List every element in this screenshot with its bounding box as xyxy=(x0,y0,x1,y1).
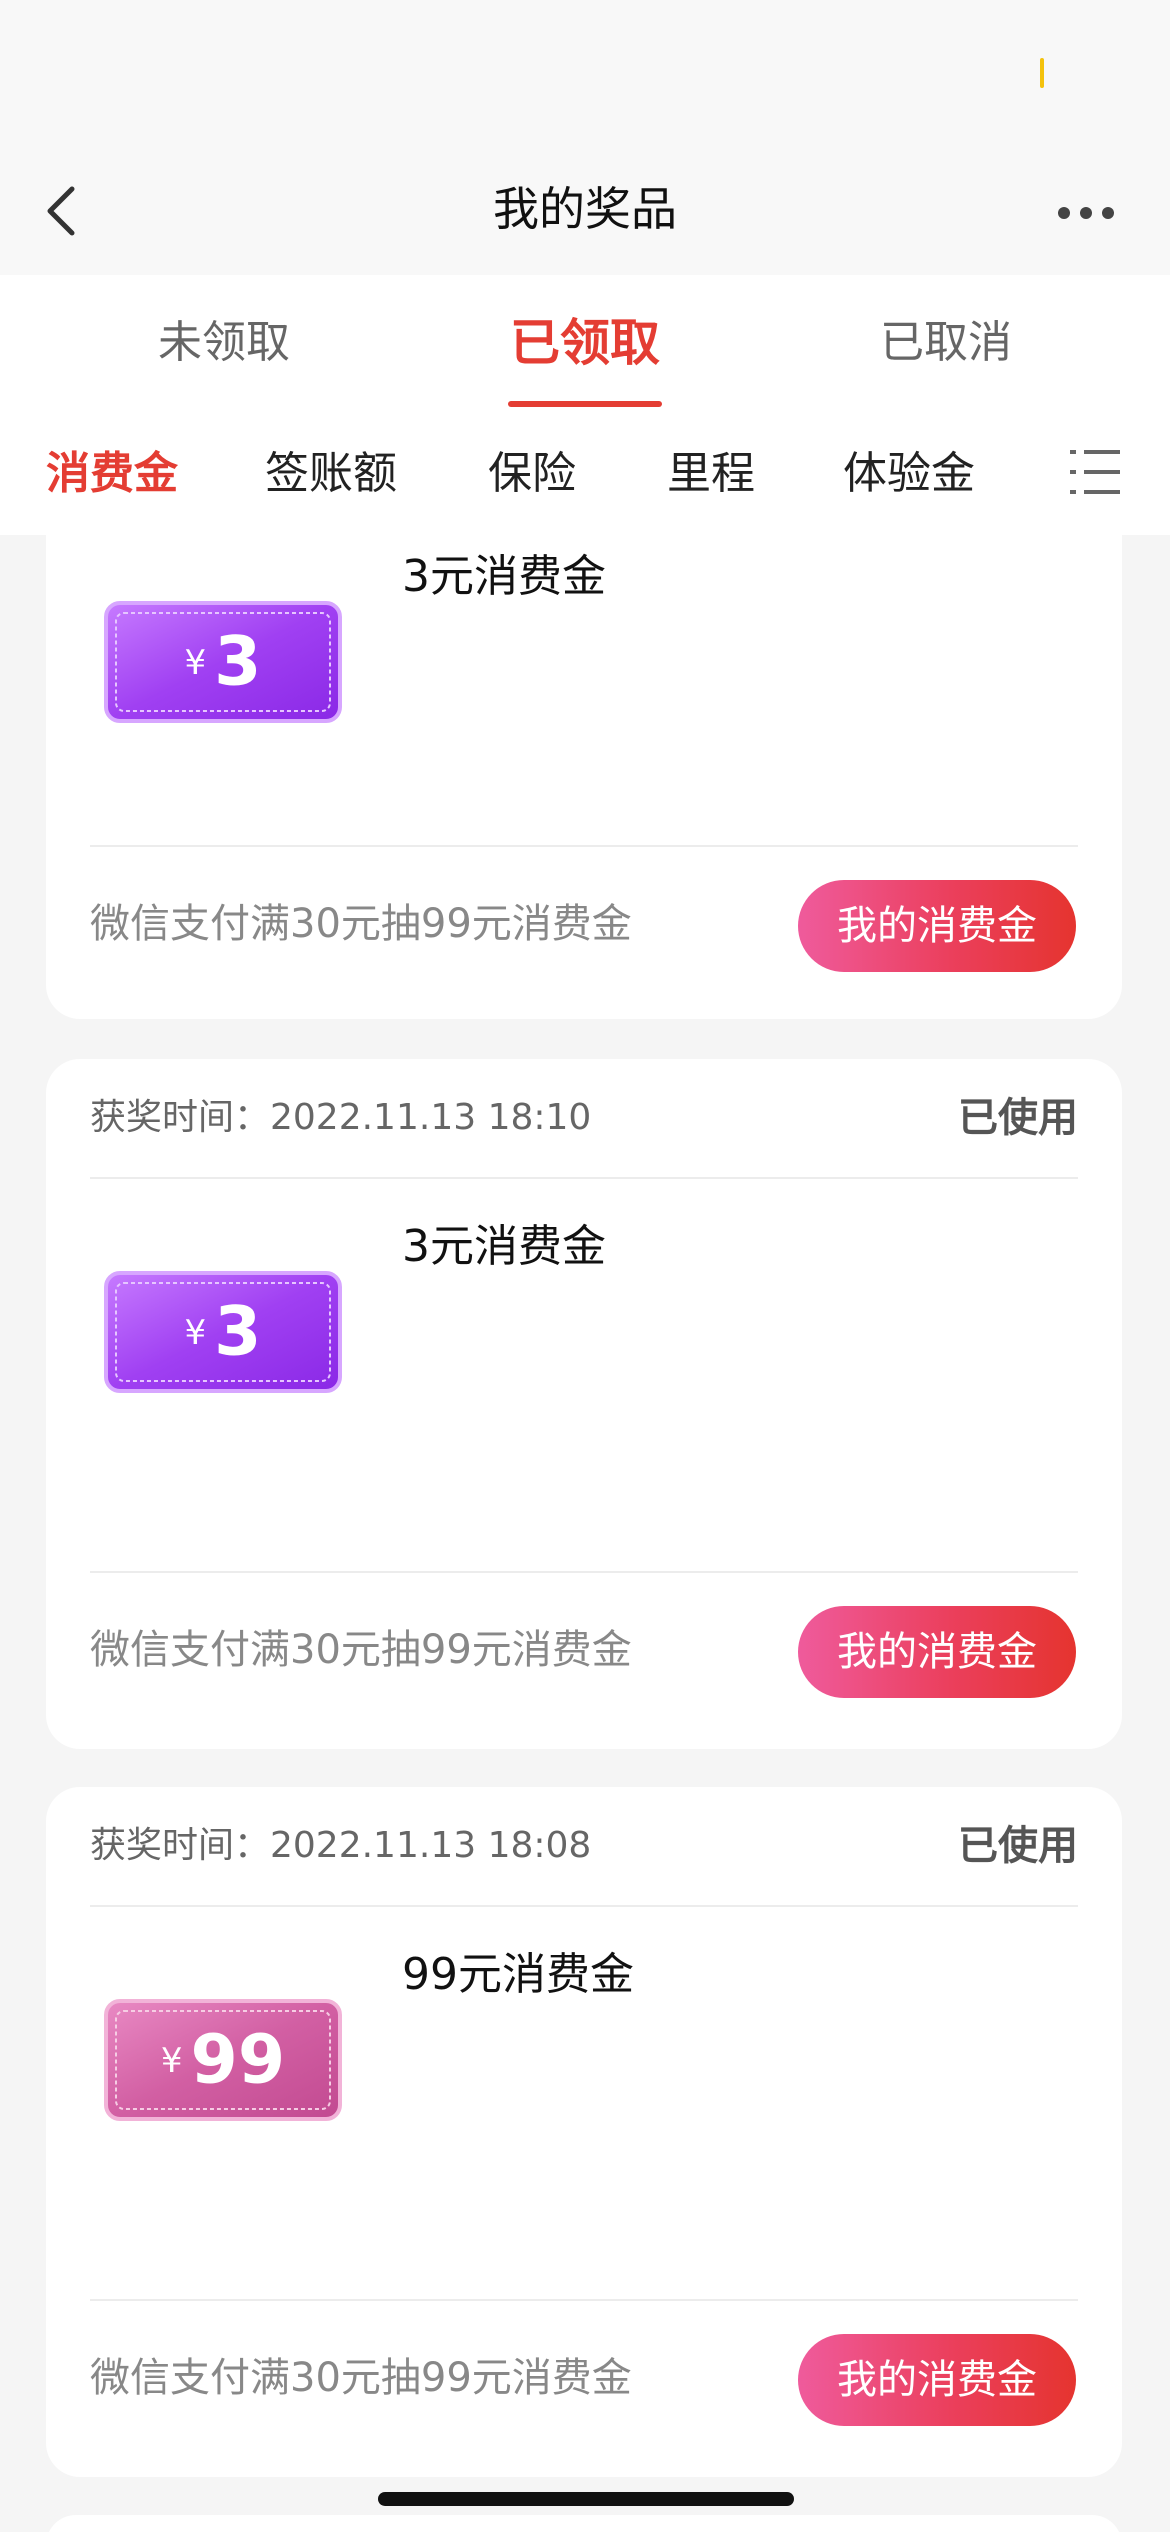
active-tab-underline xyxy=(508,401,662,407)
award-time: 获奖时间：2022.11.13 18:08 xyxy=(90,1825,592,1866)
currency-symbol: ¥ xyxy=(184,1312,207,1353)
my-consumption-gold-button[interactable]: 我的消费金 xyxy=(798,1606,1076,1698)
promo-text: 微信支付满30元抽99元消费金 xyxy=(90,2355,632,2401)
tab-unclaimed[interactable]: 未领取 xyxy=(74,313,374,373)
category-insurance[interactable]: 保险 xyxy=(488,444,576,504)
status-tab-bar: 未领取 已领取 已取消 xyxy=(0,275,1170,410)
prize-name: 3元消费金 xyxy=(402,1221,606,1272)
divider xyxy=(90,2299,1078,2301)
my-consumption-gold-button[interactable]: 我的消费金 xyxy=(798,880,1076,972)
tab-cancelled[interactable]: 已取消 xyxy=(796,313,1096,373)
navigation-bar: 我的奖品 xyxy=(0,155,1170,275)
card-header: 获奖时间：2022.11.13 18:08 已使用 xyxy=(90,1787,1078,1907)
ticket-amount: 99 xyxy=(190,2020,286,2100)
ticket-value: ¥3 xyxy=(100,1287,346,1378)
status-bar xyxy=(0,0,1170,155)
ticket-amount: 3 xyxy=(214,622,262,702)
ticket-value: ¥3 xyxy=(100,617,346,708)
more-options-icon[interactable] xyxy=(1058,203,1118,223)
category-bar: 消费金 签账额 保险 里程 体验金 xyxy=(0,410,1170,535)
prize-name: 3元消费金 xyxy=(402,551,606,602)
coupon-ticket: ¥99 xyxy=(100,1995,346,2125)
currency-symbol: ¥ xyxy=(160,2040,183,2081)
prize-list[interactable]: 3元消费金 ¥3 微信支付满30元抽99元消费金 我的消费金 获奖时间：2022… xyxy=(0,535,1170,2532)
card-header: 获奖时间：2022.11.13 18:10 已使用 xyxy=(90,1059,1078,1179)
ticket-value: ¥99 xyxy=(100,2015,346,2106)
page-title: 我的奖品 xyxy=(493,182,677,236)
tab-claimed[interactable]: 已领取 xyxy=(435,313,735,373)
prize-name: 99元消费金 xyxy=(402,1949,634,2000)
divider xyxy=(90,845,1078,847)
prize-card xyxy=(46,2515,1122,2532)
category-mileage[interactable]: 里程 xyxy=(667,444,755,504)
ticket-amount: 3 xyxy=(214,1292,262,1372)
award-time: 获奖时间：2022.11.13 18:10 xyxy=(90,1097,592,1138)
status-indicator xyxy=(1040,58,1044,88)
prize-card: 获奖时间：2022.11.13 18:08 已使用 99元消费金 ¥99 微信支… xyxy=(46,1787,1122,2477)
category-trial-gold[interactable]: 体验金 xyxy=(843,444,975,504)
promo-text: 微信支付满30元抽99元消费金 xyxy=(90,1627,632,1673)
category-charge-amount[interactable]: 签账额 xyxy=(265,444,397,504)
prize-card: 3元消费金 ¥3 微信支付满30元抽99元消费金 我的消费金 xyxy=(46,535,1122,1019)
category-list-icon[interactable] xyxy=(1070,450,1120,494)
my-consumption-gold-button[interactable]: 我的消费金 xyxy=(798,2334,1076,2426)
category-consumption-gold[interactable]: 消费金 xyxy=(46,444,178,504)
status-badge: 已使用 xyxy=(958,1095,1078,1141)
status-badge: 已使用 xyxy=(958,1823,1078,1869)
divider xyxy=(90,1571,1078,1573)
promo-text: 微信支付满30元抽99元消费金 xyxy=(90,901,632,947)
coupon-ticket: ¥3 xyxy=(100,1267,346,1397)
currency-symbol: ¥ xyxy=(184,642,207,683)
home-indicator xyxy=(378,2492,794,2506)
prize-card: 获奖时间：2022.11.13 18:10 已使用 3元消费金 ¥3 微信支付满… xyxy=(46,1059,1122,1749)
coupon-ticket: ¥3 xyxy=(100,597,346,727)
